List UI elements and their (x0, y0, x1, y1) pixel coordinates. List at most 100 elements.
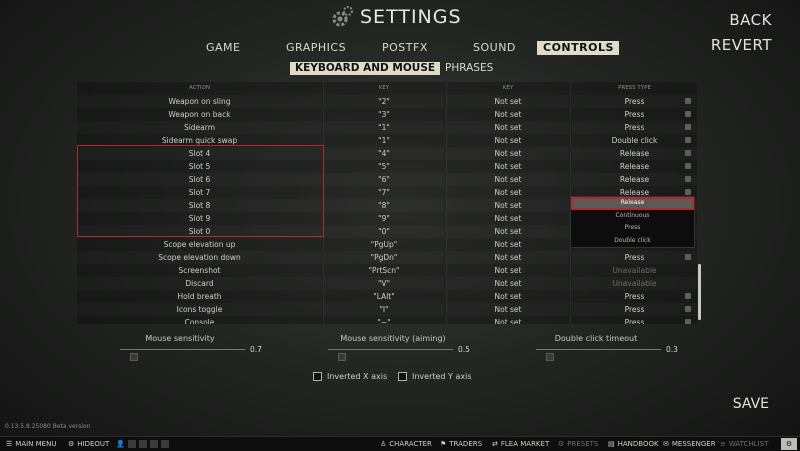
secondary-key-cell[interactable]: Not set (447, 212, 569, 225)
secondary-key-cell[interactable]: Not set (447, 173, 569, 186)
table-row[interactable]: Console "~" Not set Press (77, 316, 697, 324)
primary-key-cell[interactable]: "8" (324, 199, 444, 212)
mouse-sensitivity-aiming-slider[interactable]: Mouse sensitivity (aiming) 0.5 (328, 334, 488, 362)
press-type-cell[interactable]: Press (572, 121, 697, 134)
primary-key-cell[interactable]: "I" (324, 303, 444, 316)
hideout-button[interactable]: ⚙ HIDEOUT (68, 438, 109, 450)
dropdown-arrow-icon[interactable] (685, 98, 691, 104)
dropdown-arrow-icon[interactable] (685, 319, 691, 324)
press-type-cell[interactable]: Unavailable (572, 277, 697, 290)
slider-handle[interactable] (130, 353, 138, 361)
table-row[interactable]: Weapon on sling "2" Not set Press (77, 95, 697, 108)
secondary-key-cell[interactable]: Not set (447, 225, 569, 238)
tab-postfx[interactable]: POSTFX (376, 41, 434, 55)
secondary-key-cell[interactable]: Not set (447, 277, 569, 290)
inverted-y-axis-checkbox[interactable]: Inverted Y axis (398, 372, 472, 381)
secondary-key-cell[interactable]: Not set (447, 186, 569, 199)
primary-key-cell[interactable]: "1" (324, 134, 444, 147)
dropdown-arrow-icon[interactable] (685, 293, 691, 299)
save-button[interactable]: SAVE (733, 396, 769, 412)
primary-key-cell[interactable]: "LAlt" (324, 290, 444, 303)
subtab-keyboard-and-mouse[interactable]: KEYBOARD AND MOUSE (290, 62, 441, 75)
squad-slot[interactable] (138, 440, 147, 448)
settings-button[interactable]: ⚙ (781, 438, 797, 450)
slider-handle[interactable] (338, 353, 346, 361)
squad-slot[interactable] (127, 440, 136, 448)
primary-key-cell[interactable]: "5" (324, 160, 444, 173)
squad-slot[interactable] (160, 440, 169, 448)
checkbox-box[interactable] (313, 372, 322, 381)
dropdown-arrow-icon[interactable] (685, 189, 691, 195)
press-type-cell[interactable]: Release (572, 173, 697, 186)
slider-track[interactable] (536, 349, 661, 350)
secondary-key-cell[interactable]: Not set (447, 160, 569, 173)
table-row[interactable]: Icons toggle "I" Not set Press (77, 303, 697, 316)
tab-controls[interactable]: CONTROLS (537, 41, 619, 55)
back-button[interactable]: BACK (729, 11, 772, 29)
press-type-cell[interactable]: Press (572, 95, 697, 108)
primary-key-cell[interactable]: "0" (324, 225, 444, 238)
slider-track[interactable] (328, 349, 453, 350)
press-type-dropdown[interactable]: Release Continuous Press Double click (570, 196, 695, 248)
revert-button[interactable]: REVERT (711, 36, 772, 54)
primary-key-cell[interactable]: "7" (324, 186, 444, 199)
subtab-phrases[interactable]: PHRASES (440, 62, 498, 75)
table-row[interactable]: Screenshot "PrtScn" Not set Unavailable (77, 264, 697, 277)
secondary-key-cell[interactable]: Not set (447, 316, 569, 324)
secondary-key-cell[interactable]: Not set (447, 264, 569, 277)
dropdown-arrow-icon[interactable] (685, 137, 691, 143)
press-type-cell[interactable]: Unavailable (572, 264, 697, 277)
secondary-key-cell[interactable]: Not set (447, 134, 569, 147)
dropdown-arrow-icon[interactable] (685, 254, 691, 260)
table-row[interactable]: Scope elevation down "PgDn" Not set Press (77, 251, 697, 264)
dropdown-option-continuous[interactable]: Continuous (571, 210, 694, 223)
primary-key-cell[interactable]: "V" (324, 277, 444, 290)
secondary-key-cell[interactable]: Not set (447, 95, 569, 108)
messenger-button[interactable]: ✉ MESSENGER (663, 438, 716, 450)
dropdown-arrow-icon[interactable] (685, 111, 691, 117)
table-row[interactable]: Discard "V" Not set Unavailable (77, 277, 697, 290)
primary-key-cell[interactable]: "PrtScn" (324, 264, 444, 277)
character-button[interactable]: ♙ CHARACTER (380, 438, 432, 450)
squad-slots[interactable]: 👤 (116, 438, 169, 450)
primary-key-cell[interactable]: "9" (324, 212, 444, 225)
press-type-cell[interactable]: Release (572, 160, 697, 173)
checkbox-box[interactable] (398, 372, 407, 381)
tab-game[interactable]: GAME (200, 41, 247, 55)
primary-key-cell[interactable]: "4" (324, 147, 444, 160)
main-menu-button[interactable]: ☰ MAIN MENU (6, 438, 56, 450)
table-row[interactable]: Hold breath "LAlt" Not set Press (77, 290, 697, 303)
press-type-cell[interactable]: Double click (572, 134, 697, 147)
dropdown-arrow-icon[interactable] (685, 306, 691, 312)
dropdown-option-release[interactable]: Release (571, 197, 694, 210)
primary-key-cell[interactable]: "PgUp" (324, 238, 444, 251)
tab-sound[interactable]: SOUND (467, 41, 522, 55)
slider-track[interactable] (120, 349, 245, 350)
secondary-key-cell[interactable]: Not set (447, 108, 569, 121)
dropdown-arrow-icon[interactable] (685, 124, 691, 130)
primary-key-cell[interactable]: "~" (324, 316, 444, 324)
secondary-key-cell[interactable]: Not set (447, 238, 569, 251)
watchlist-button[interactable]: ≡ WATCHLIST (720, 438, 768, 450)
primary-key-cell[interactable]: "2" (324, 95, 444, 108)
press-type-cell[interactable]: Press (572, 290, 697, 303)
primary-key-cell[interactable]: "6" (324, 173, 444, 186)
traders-button[interactable]: ⚑ TRADERS (440, 438, 482, 450)
secondary-key-cell[interactable]: Not set (447, 121, 569, 134)
dropdown-option-press[interactable]: Press (571, 222, 694, 235)
press-type-cell[interactable]: Press (572, 108, 697, 121)
inverted-x-axis-checkbox[interactable]: Inverted X axis (313, 372, 387, 381)
secondary-key-cell[interactable]: Not set (447, 251, 569, 264)
slider-handle[interactable] (546, 353, 554, 361)
secondary-key-cell[interactable]: Not set (447, 290, 569, 303)
table-row[interactable]: Weapon on back "3" Not set Press (77, 108, 697, 121)
press-type-cell[interactable]: Release (572, 147, 697, 160)
presets-button[interactable]: ⚙ PRESETS (558, 438, 598, 450)
handbook-button[interactable]: ▤ HANDBOOK (608, 438, 659, 450)
flea-market-button[interactable]: ⇄ FLEA MARKET (492, 438, 549, 450)
tab-graphics[interactable]: GRAPHICS (280, 41, 352, 55)
secondary-key-cell[interactable]: Not set (447, 199, 569, 212)
press-type-cell[interactable]: Press (572, 316, 697, 324)
dropdown-option-double-click[interactable]: Double click (571, 235, 694, 248)
secondary-key-cell[interactable]: Not set (447, 303, 569, 316)
